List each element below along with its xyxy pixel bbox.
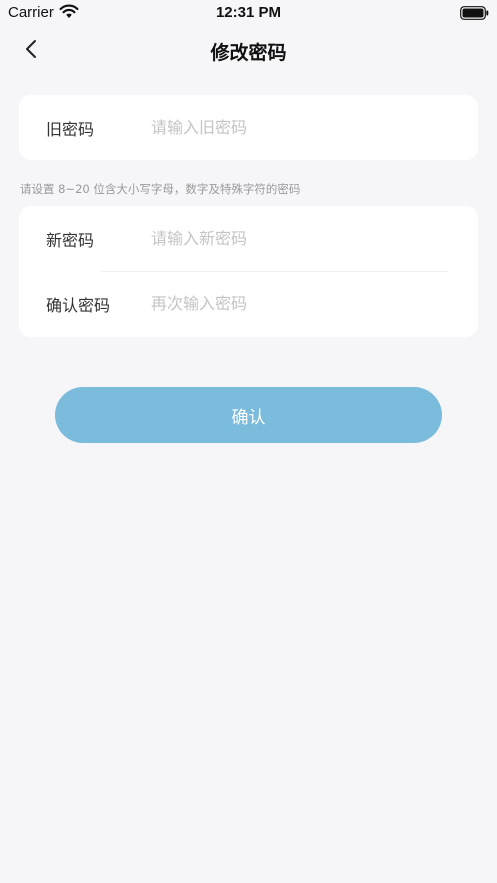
confirm-password-row: 确认密码 <box>19 271 478 336</box>
confirm-password-input[interactable] <box>151 285 458 322</box>
old-password-card: 旧密码 <box>19 95 478 160</box>
confirm-password-label: 确认密码 <box>46 295 111 315</box>
new-password-card: 新密码 确认密码 <box>19 206 478 337</box>
status-bar: Carrier 12:31 PM <box>0 0 497 26</box>
old-password-label: 旧密码 <box>46 119 95 139</box>
new-password-label: 新密码 <box>46 230 95 250</box>
new-password-input[interactable] <box>151 220 458 257</box>
change-password-screen: Carrier 12:31 PM 修改密码 旧密码 请设置 8~20 位含大小写… <box>0 0 497 883</box>
old-password-row: 旧密码 <box>19 95 478 160</box>
page-title: 修改密码 <box>210 42 287 64</box>
status-time: 12:31 PM <box>215 4 282 21</box>
password-rule-hint: 请设置 8~20 位含大小写字母，数字及特殊字符的密码 <box>20 182 301 196</box>
old-password-input[interactable] <box>151 109 458 146</box>
navigation-bar: 修改密码 <box>0 26 497 76</box>
battery-icon <box>460 5 489 24</box>
confirm-button[interactable]: 确认 <box>55 387 442 443</box>
new-password-row: 新密码 <box>19 206 478 271</box>
